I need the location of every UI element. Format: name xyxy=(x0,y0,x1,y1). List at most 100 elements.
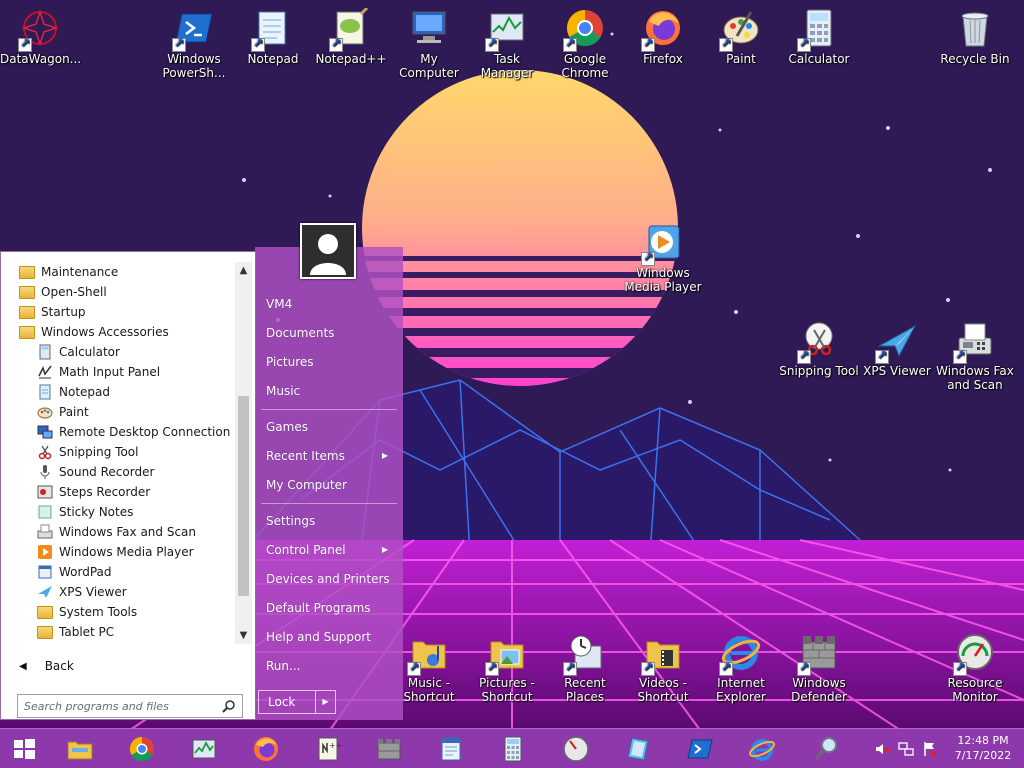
devices-printers-item[interactable]: Devices and Printers xyxy=(266,568,396,590)
program-item-calculator[interactable]: Calculator xyxy=(9,342,253,362)
lock-button[interactable]: Lock ▶ xyxy=(258,690,336,714)
folder-open-icon xyxy=(19,326,35,339)
shortcut-arrow-icon xyxy=(251,36,265,52)
desktop-icon-notepad[interactable]: Notepad xyxy=(233,8,313,66)
my-computer-item[interactable]: My Computer xyxy=(266,474,396,496)
desktop-icon-firefox[interactable]: Firefox xyxy=(623,8,703,66)
taskbar-internet-explorer[interactable] xyxy=(746,733,778,765)
wordpad-icon xyxy=(37,564,53,580)
taskbar-task-manager[interactable] xyxy=(188,733,220,765)
program-item-startup[interactable]: Startup xyxy=(9,302,253,322)
desktop-icon-windows-defender[interactable]: Windows Defender xyxy=(779,632,859,704)
scroll-up-icon[interactable]: ▲ xyxy=(235,262,252,279)
desktop-icon-pictures-shortcut[interactable]: Pictures - Shortcut xyxy=(467,632,547,704)
program-item-wordpad[interactable]: WordPad xyxy=(9,562,253,582)
program-item-maintenance[interactable]: Maintenance xyxy=(9,262,253,282)
notepadpp-icon: ++ xyxy=(318,737,342,761)
program-item-system-tools[interactable]: System Tools xyxy=(9,602,253,622)
run-item[interactable]: Run... xyxy=(266,655,396,677)
folder-icon xyxy=(37,626,53,639)
network-icon[interactable] xyxy=(898,741,914,757)
taskbar-chrome[interactable] xyxy=(126,733,158,765)
desktop-icon-paint[interactable]: Paint xyxy=(701,8,781,66)
desktop-icon-fax[interactable]: Windows Fax and Scan xyxy=(935,320,1015,392)
desktop-icon-chrome[interactable]: Google Chrome xyxy=(545,8,625,80)
desktop-icon-xps-viewer[interactable]: XPS Viewer xyxy=(857,320,937,378)
taskbar-notepadpp[interactable]: ++ xyxy=(312,733,344,765)
program-item-paint[interactable]: Paint xyxy=(9,402,253,422)
pictures-item[interactable]: Pictures xyxy=(266,351,396,373)
shortcut-arrow-icon xyxy=(797,36,811,52)
settings-item[interactable]: Settings xyxy=(266,510,396,532)
desktop-icon-snipping-tool[interactable]: Snipping Tool xyxy=(779,320,859,378)
desktop-icon-media-player[interactable]: Windows Media Player xyxy=(623,222,703,294)
desktop-icon-recycle-bin[interactable]: Recycle Bin xyxy=(935,8,1015,66)
separator xyxy=(261,409,397,410)
desktop-icon-internet-explorer[interactable]: Internet Explorer xyxy=(701,632,781,704)
scrollbar-thumb[interactable] xyxy=(238,396,249,596)
desktop-icon-calculator[interactable]: Calculator xyxy=(779,8,859,66)
desktop-icon-datawagon[interactable]: DataWagon... xyxy=(0,8,81,66)
user-name-item[interactable]: VM4 xyxy=(266,293,396,315)
music-item[interactable]: Music xyxy=(266,380,396,402)
program-item-steps-recorder[interactable]: Steps Recorder xyxy=(9,482,253,502)
documents-item[interactable]: Documents xyxy=(266,322,396,344)
lock-options-arrow-icon[interactable]: ▶ xyxy=(315,691,335,713)
taskbar-powershell[interactable] xyxy=(684,733,716,765)
taskbar-search[interactable] xyxy=(810,733,842,765)
desktop-icon-recent-places[interactable]: Recent Places xyxy=(545,632,625,704)
taskbar-file-explorer[interactable] xyxy=(64,733,96,765)
desktop-icon-task-manager[interactable]: Task Manager xyxy=(467,8,547,80)
scroll-down-icon[interactable]: ▼ xyxy=(235,627,252,644)
help-support-item[interactable]: Help and Support xyxy=(266,626,396,648)
calculator-icon xyxy=(797,8,839,52)
search-icon[interactable] xyxy=(222,699,236,713)
start-menu-places-pane: VM4 Documents Pictures Music Games Recen… xyxy=(255,247,403,720)
desktop-icon-resource-monitor[interactable]: Resource Monitor xyxy=(935,632,1015,704)
program-item-xps-viewer[interactable]: XPS Viewer xyxy=(9,582,253,602)
program-item-open-shell[interactable]: Open-Shell xyxy=(9,282,253,302)
search-input[interactable] xyxy=(24,699,214,713)
program-item-sound-recorder[interactable]: Sound Recorder xyxy=(9,462,253,482)
back-arrow-icon: ◀ xyxy=(19,660,27,672)
taskbar-wordpad[interactable] xyxy=(435,733,467,765)
folder-icon xyxy=(19,286,35,299)
music-folder-icon xyxy=(407,632,449,676)
taskbar-performance-monitor[interactable] xyxy=(560,733,592,765)
back-button[interactable]: ◀ Back xyxy=(9,654,249,678)
taskbar-xps-viewer[interactable] xyxy=(622,733,654,765)
volume-muted-icon[interactable] xyxy=(874,741,890,757)
desktop-icon-powershell[interactable]: Windows PowerSh... xyxy=(154,8,234,80)
recent-items-item[interactable]: Recent Items ▶ xyxy=(266,445,396,467)
program-item-windows-accessories[interactable]: Windows Accessories xyxy=(9,322,253,342)
start-menu: Maintenance Open-Shell Startup Windows A… xyxy=(0,247,403,720)
program-item-notepad[interactable]: Notepad xyxy=(9,382,253,402)
shortcut-arrow-icon xyxy=(641,36,655,52)
program-item-math-input-panel[interactable]: Math Input Panel xyxy=(9,362,253,382)
clock-time: 12:48 PM xyxy=(957,734,1009,747)
start-menu-programs-pane: Maintenance Open-Shell Startup Windows A… xyxy=(0,251,256,720)
action-center-flag-icon[interactable] xyxy=(922,741,938,757)
program-item-sticky-notes[interactable]: Sticky Notes xyxy=(9,502,253,522)
taskbar-firefox[interactable] xyxy=(250,733,282,765)
desktop-icon-notepadpp[interactable]: Notepad++ xyxy=(311,6,391,66)
taskbar-clock[interactable]: 12:48 PM 7/17/2022 xyxy=(948,733,1018,763)
start-button[interactable] xyxy=(8,733,40,765)
taskbar-calculator[interactable] xyxy=(497,733,529,765)
program-item-tablet-pc[interactable]: Tablet PC xyxy=(9,622,253,642)
program-list-scrollbar[interactable]: ▲ ▼ xyxy=(235,262,252,644)
user-avatar[interactable] xyxy=(300,223,356,279)
control-panel-item[interactable]: Control Panel ▶ xyxy=(266,539,396,561)
search-box[interactable] xyxy=(17,694,243,718)
program-item-fax-and-scan[interactable]: Windows Fax and Scan xyxy=(9,522,253,542)
program-item-remote-desktop[interactable]: Remote Desktop Connection xyxy=(9,422,253,442)
program-item-snipping-tool[interactable]: Snipping Tool xyxy=(9,442,253,462)
program-item-media-player[interactable]: Windows Media Player xyxy=(9,542,253,562)
games-item[interactable]: Games xyxy=(266,416,396,438)
taskbar-windows-defender[interactable] xyxy=(373,733,405,765)
shortcut-arrow-icon xyxy=(407,660,421,676)
program-list: Maintenance Open-Shell Startup Windows A… xyxy=(9,262,253,644)
desktop-icon-my-computer[interactable]: My Computer xyxy=(389,8,469,80)
default-programs-item[interactable]: Default Programs xyxy=(266,597,396,619)
desktop-icon-videos-shortcut[interactable]: Videos - Shortcut xyxy=(623,632,703,704)
